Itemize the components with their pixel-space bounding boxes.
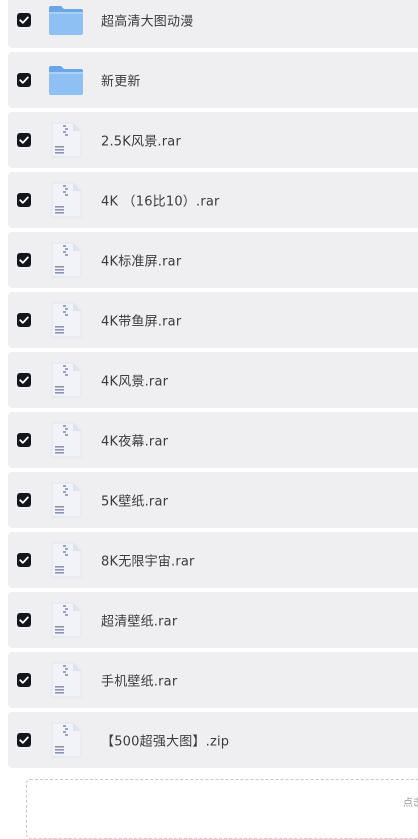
archive-file-icon: [47, 541, 85, 579]
checkbox-checked[interactable]: [17, 553, 31, 567]
file-row-8[interactable]: 5K壁纸.rar: [8, 472, 418, 528]
checkbox-checked[interactable]: [17, 133, 31, 147]
file-name: 【500超强大图】.zip: [101, 734, 230, 750]
file-name: 超高清大图动漫: [101, 14, 194, 30]
archive-file-icon: [47, 481, 85, 519]
archive-file-icon: [47, 121, 85, 159]
file-row-10[interactable]: 超清壁纸.rar: [8, 592, 418, 648]
file-name: 8K无限宇宙.rar: [101, 554, 195, 570]
checkbox-checked[interactable]: [17, 73, 31, 87]
archive-file-icon: [47, 721, 85, 759]
file-name: 4K风景.rar: [101, 374, 169, 390]
file-name: 超清壁纸.rar: [101, 614, 178, 630]
file-row-7[interactable]: 4K夜幕.rar: [8, 412, 418, 468]
checkbox-checked[interactable]: [17, 733, 31, 747]
archive-file-icon: [47, 181, 85, 219]
checkbox-checked[interactable]: [17, 613, 31, 627]
file-name: 4K夜幕.rar: [101, 434, 169, 450]
file-row-6[interactable]: 4K风景.rar: [8, 352, 418, 408]
checkbox-checked[interactable]: [17, 433, 31, 447]
upload-drop-zone[interactable]: 点击: [26, 779, 418, 839]
file-name: 4K带鱼屏.rar: [101, 314, 182, 330]
folder-icon: [47, 1, 85, 39]
file-row-2[interactable]: 2.5K风景.rar: [8, 112, 418, 168]
file-row-5[interactable]: 4K带鱼屏.rar: [8, 292, 418, 348]
checkbox-checked[interactable]: [17, 673, 31, 687]
checkbox-checked[interactable]: [17, 313, 31, 327]
file-name: 手机壁纸.rar: [101, 674, 178, 690]
file-name: 4K标准屏.rar: [101, 254, 182, 270]
file-row-4[interactable]: 4K标准屏.rar: [8, 232, 418, 288]
upload-hint[interactable]: 点击: [403, 794, 418, 809]
archive-file-icon: [47, 361, 85, 399]
file-row-0[interactable]: 超高清大图动漫: [8, 0, 418, 48]
checkbox-checked[interactable]: [17, 493, 31, 507]
checkbox-checked[interactable]: [17, 193, 31, 207]
file-name: 新更新: [101, 74, 141, 90]
file-row-12[interactable]: 【500超强大图】.zip: [8, 712, 418, 768]
archive-file-icon: [47, 661, 85, 699]
file-row-11[interactable]: 手机壁纸.rar: [8, 652, 418, 708]
file-row-9[interactable]: 8K无限宇宙.rar: [8, 532, 418, 588]
archive-file-icon: [47, 601, 85, 639]
checkbox-checked[interactable]: [17, 13, 31, 27]
file-name: 2.5K风景.rar: [101, 134, 181, 150]
checkbox-checked[interactable]: [17, 373, 31, 387]
archive-file-icon: [47, 301, 85, 339]
archive-file-icon: [47, 241, 85, 279]
file-name: 4K （16比10）.rar: [101, 194, 220, 210]
file-name: 5K壁纸.rar: [101, 494, 169, 510]
archive-file-icon: [47, 421, 85, 459]
folder-icon: [47, 61, 85, 99]
file-row-1[interactable]: 新更新: [8, 52, 418, 108]
checkbox-checked[interactable]: [17, 253, 31, 267]
file-row-3[interactable]: 4K （16比10）.rar: [8, 172, 418, 228]
